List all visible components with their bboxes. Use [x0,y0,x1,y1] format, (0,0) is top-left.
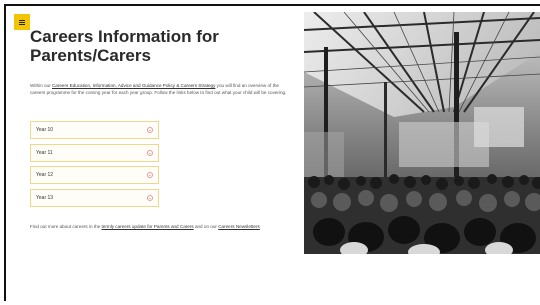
termly-update-link[interactable]: termly careers update for Parents and Ca… [102,224,194,229]
chevron-down-icon: ⌄ [147,127,153,133]
hero-photo [304,12,540,254]
footer-text-start: Find out more about careers in the [30,224,102,229]
chevron-down-icon: ⌄ [147,194,153,201]
accordion-label: Year 11 [36,149,53,156]
careers-newsletters-link[interactable]: Careers Newsletters [218,224,260,229]
page-title: Careers Information for Parents/Carers [30,27,219,65]
chevron-down-icon: ⌄ [147,172,153,178]
accordion-year-10[interactable]: Year 10 ⌄ [30,121,159,139]
accordion-year-11[interactable]: Year 11 ⌄ [30,143,159,162]
footer-text-mid: and on our [193,224,219,229]
intro-text-start: Within our [30,83,52,88]
audience-hall-image [304,12,540,254]
careers-policy-link[interactable]: Careers Education, Information, Advice a… [52,83,215,88]
accordion-year-12[interactable]: Year 12 ⌄ [30,166,159,184]
accordion-label: Year 10 [36,127,54,133]
accordion-label: Year 12 [36,172,54,178]
accordion-label: Year 13 [36,194,54,201]
footer-text: Find out more about careers in the terml… [30,223,270,230]
year-accordion: Year 10 ⌄ Year 11 ⌄ Year 12 ⌄ Year 13 ⌄ [30,121,159,211]
accordion-year-13[interactable]: Year 13 ⌄ [30,188,159,207]
hamburger-menu-icon [19,19,25,25]
menu-button[interactable] [14,14,30,30]
intro-text: Within our Careers Education, Informatio… [30,82,288,96]
chevron-down-icon: ⌄ [147,149,153,156]
